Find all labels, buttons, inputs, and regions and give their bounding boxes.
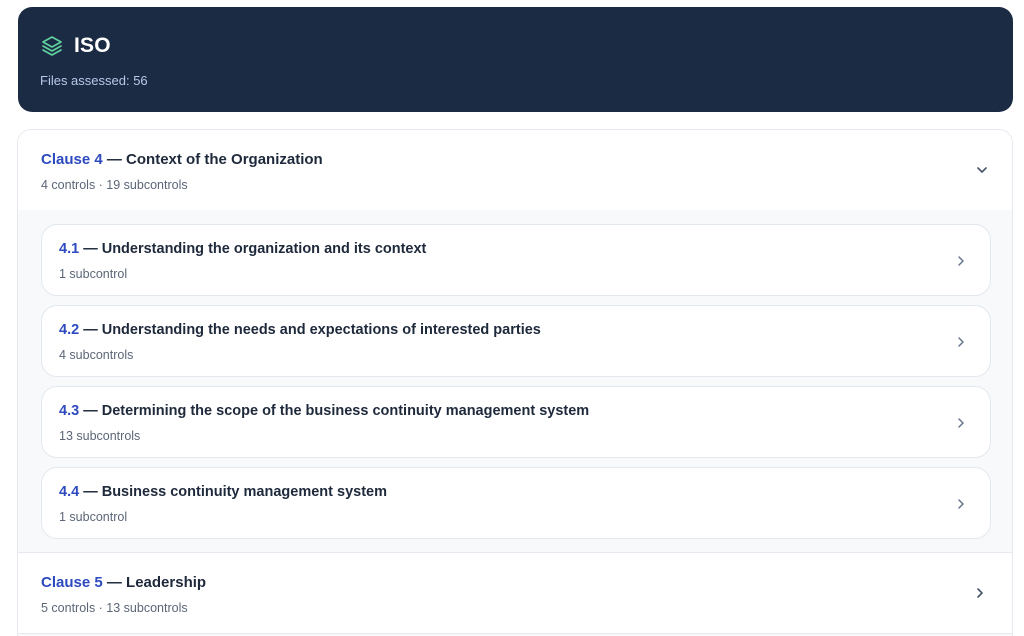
control-row-4-4[interactable]: 4.4 — Business continuity management sys… bbox=[41, 467, 991, 539]
control-number: 4.4 bbox=[59, 484, 80, 500]
control-name: — Understanding the needs and expectatio… bbox=[79, 322, 541, 338]
clause-5-header[interactable]: Clause 5 — Leadership 5 controls · 13 su… bbox=[18, 552, 1012, 634]
clause-4-meta: 4 controls · 19 subcontrols bbox=[41, 178, 188, 192]
control-meta: 13 subcontrols bbox=[59, 429, 141, 443]
header-title-row: ISO bbox=[40, 34, 991, 58]
clause-5-name: — Leadership bbox=[102, 574, 207, 591]
control-number: 4.1 bbox=[59, 241, 80, 257]
chevron-right-icon bbox=[954, 416, 968, 430]
control-name: — Determining the scope of the business … bbox=[79, 403, 590, 419]
layers-icon bbox=[40, 34, 64, 58]
clause-5-number: Clause 5 bbox=[41, 574, 103, 591]
clause-5-meta: 5 controls · 13 subcontrols bbox=[41, 601, 188, 615]
control-row-4-3[interactable]: 4.3 — Determining the scope of the busin… bbox=[41, 386, 991, 458]
chevron-right-icon bbox=[954, 497, 968, 511]
clause-list: Clause 4 — Context of the Organization 4… bbox=[17, 129, 1013, 636]
clause-4-number: Clause 4 bbox=[41, 151, 103, 168]
control-row-4-2[interactable]: 4.2 — Understanding the needs and expect… bbox=[41, 305, 991, 377]
control-title: 4.4 — Business continuity management sys… bbox=[59, 484, 973, 500]
clause-4-header[interactable]: Clause 4 — Context of the Organization 4… bbox=[18, 130, 1012, 210]
framework-header: ISO Files assessed: 56 bbox=[18, 7, 1013, 112]
chevron-down-icon[interactable] bbox=[975, 163, 989, 177]
control-title: 4.1 — Understanding the organization and… bbox=[59, 241, 973, 257]
clause-4-name: — Context of the Organization bbox=[102, 151, 323, 168]
control-title: 4.3 — Determining the scope of the busin… bbox=[59, 403, 973, 419]
control-meta: 4 subcontrols bbox=[59, 348, 134, 362]
chevron-right-icon[interactable] bbox=[973, 586, 987, 600]
control-row-4-1[interactable]: 4.1 — Understanding the organization and… bbox=[41, 224, 991, 296]
clause-4-title: Clause 4 — Context of the Organization bbox=[41, 151, 989, 168]
clause-5-title: Clause 5 — Leadership bbox=[41, 574, 989, 591]
control-title: 4.2 — Understanding the needs and expect… bbox=[59, 322, 973, 338]
chevron-right-icon bbox=[954, 254, 968, 268]
control-meta: 1 subcontrol bbox=[59, 510, 128, 524]
control-number: 4.2 bbox=[59, 322, 80, 338]
page-title: ISO bbox=[74, 34, 111, 57]
chevron-right-icon bbox=[954, 335, 968, 349]
files-assessed-count: Files assessed: 56 bbox=[40, 73, 148, 88]
control-number: 4.3 bbox=[59, 403, 80, 419]
control-name: — Business continuity management system bbox=[79, 484, 387, 500]
control-name: — Understanding the organization and its… bbox=[79, 241, 427, 257]
control-meta: 1 subcontrol bbox=[59, 267, 128, 281]
